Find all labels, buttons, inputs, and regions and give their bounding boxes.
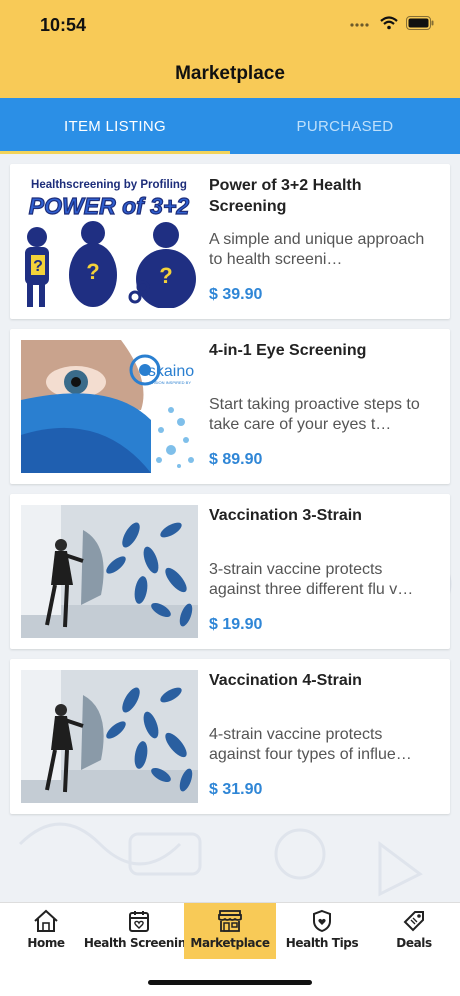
item-image: Healthscreening by Profiling POWER of 3+…	[21, 175, 198, 308]
image-title: POWER of 3+2	[29, 193, 190, 219]
nav-health-tips[interactable]: Health Tips	[284, 903, 360, 959]
app-header: Marketplace	[0, 50, 460, 98]
list-item[interactable]: Vaccination 4-Strain 4-strain vaccine pr…	[10, 659, 450, 814]
item-description: A simple and unique approach to health s…	[209, 231, 425, 268]
svg-text:?: ?	[33, 258, 43, 275]
item-price: $ 39.90	[209, 286, 263, 303]
item-name: Vaccination 4-Strain	[209, 672, 362, 689]
tag-icon	[403, 911, 424, 932]
nav-label: Marketplace	[190, 936, 270, 950]
nav-label: Home	[27, 936, 65, 950]
home-icon	[34, 909, 58, 932]
nav-health-screening[interactable]: Health Screening	[84, 903, 195, 959]
item-name: 4-in-1 Eye Screening	[209, 342, 367, 359]
wifi-icon	[380, 16, 398, 30]
tab-purchased[interactable]: PURCHASED	[230, 98, 460, 154]
nav-label: Health Tips	[285, 936, 359, 950]
item-description: 3-strain vaccine protects against three …	[209, 561, 414, 598]
item-list[interactable]: Healthscreening by Profiling POWER of 3+…	[0, 154, 460, 902]
calendar-heart-icon	[129, 911, 149, 932]
image-caption: Healthscreening by Profiling	[31, 179, 187, 191]
signal-icon	[350, 23, 369, 27]
tab-item-listing[interactable]: ITEM LISTING	[0, 98, 230, 154]
item-price: $ 31.90	[209, 781, 263, 798]
nav-label: Health Screening	[83, 936, 195, 950]
svg-text:?: ?	[86, 259, 99, 284]
nav-label: Deals	[396, 936, 432, 950]
nav-home[interactable]: Home	[16, 903, 76, 959]
item-name: Vaccination 3-Strain	[209, 507, 362, 524]
item-image: skaino VISION INSPIRED BY	[21, 340, 198, 473]
home-indicator[interactable]	[148, 980, 312, 985]
list-item[interactable]: skaino VISION INSPIRED BY 4-in-1 Eye Scr…	[10, 329, 450, 484]
item-description: Start taking proactive steps to take car…	[209, 396, 420, 433]
status-icons	[350, 16, 434, 30]
tab-bar: ITEM LISTING PURCHASED	[0, 98, 460, 154]
tab-label: ITEM LISTING	[64, 117, 166, 135]
item-description: 4-strain vaccine protects against four t…	[209, 726, 412, 763]
page-title: Marketplace	[175, 63, 285, 84]
tab-label: PURCHASED	[296, 117, 394, 135]
list-item[interactable]: Healthscreening by Profiling POWER of 3+…	[10, 164, 450, 319]
status-bar: 10:54	[0, 0, 460, 50]
item-name: Power of 3+2 Health Screening	[209, 177, 362, 215]
store-icon	[218, 910, 242, 932]
image-brand: skaino	[148, 363, 194, 380]
item-price: $ 89.90	[209, 451, 263, 468]
nav-marketplace[interactable]: Marketplace	[184, 903, 276, 959]
list-item[interactable]: Vaccination 3-Strain 3-strain vaccine pr…	[10, 494, 450, 649]
item-image	[21, 670, 198, 803]
heart-shield-icon	[313, 909, 331, 933]
item-image	[21, 505, 198, 638]
status-time: 10:54	[40, 15, 87, 35]
item-price: $ 19.90	[209, 616, 263, 633]
nav-deals[interactable]: Deals	[384, 903, 444, 959]
battery-icon	[406, 16, 434, 30]
svg-text:?: ?	[159, 263, 172, 288]
image-tagline: VISION INSPIRED BY	[151, 380, 191, 385]
